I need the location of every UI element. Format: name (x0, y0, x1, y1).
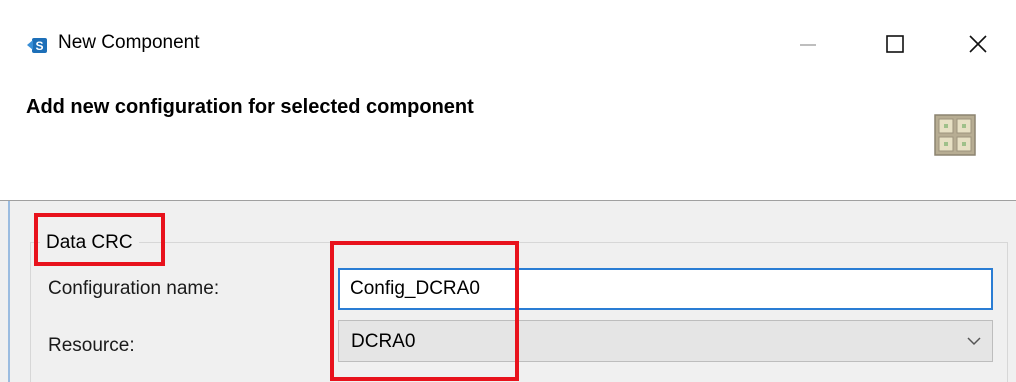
highlight-box-group-label (34, 213, 165, 266)
highlight-box-fields (330, 241, 519, 381)
app-icon: S (27, 38, 47, 53)
svg-text:S: S (35, 39, 43, 53)
configuration-name-label: Configuration name: (48, 278, 220, 299)
new-component-dialog: S New Component Add new configuration fo… (0, 0, 1016, 382)
close-icon (969, 35, 987, 53)
title-bar[interactable]: S New Component (0, 0, 1016, 88)
chevron-down-icon (967, 337, 981, 346)
window-title: New Component (58, 32, 200, 53)
resource-label: Resource: (48, 335, 135, 356)
close-button[interactable] (958, 26, 998, 62)
panel-edge (8, 201, 10, 382)
banner-title: Add new configuration for selected compo… (26, 96, 474, 118)
component-grid-icon (934, 114, 976, 156)
maximize-icon (886, 35, 904, 53)
maximize-button[interactable] (875, 26, 915, 62)
minimize-button[interactable] (788, 26, 828, 62)
minimize-icon (800, 44, 816, 46)
